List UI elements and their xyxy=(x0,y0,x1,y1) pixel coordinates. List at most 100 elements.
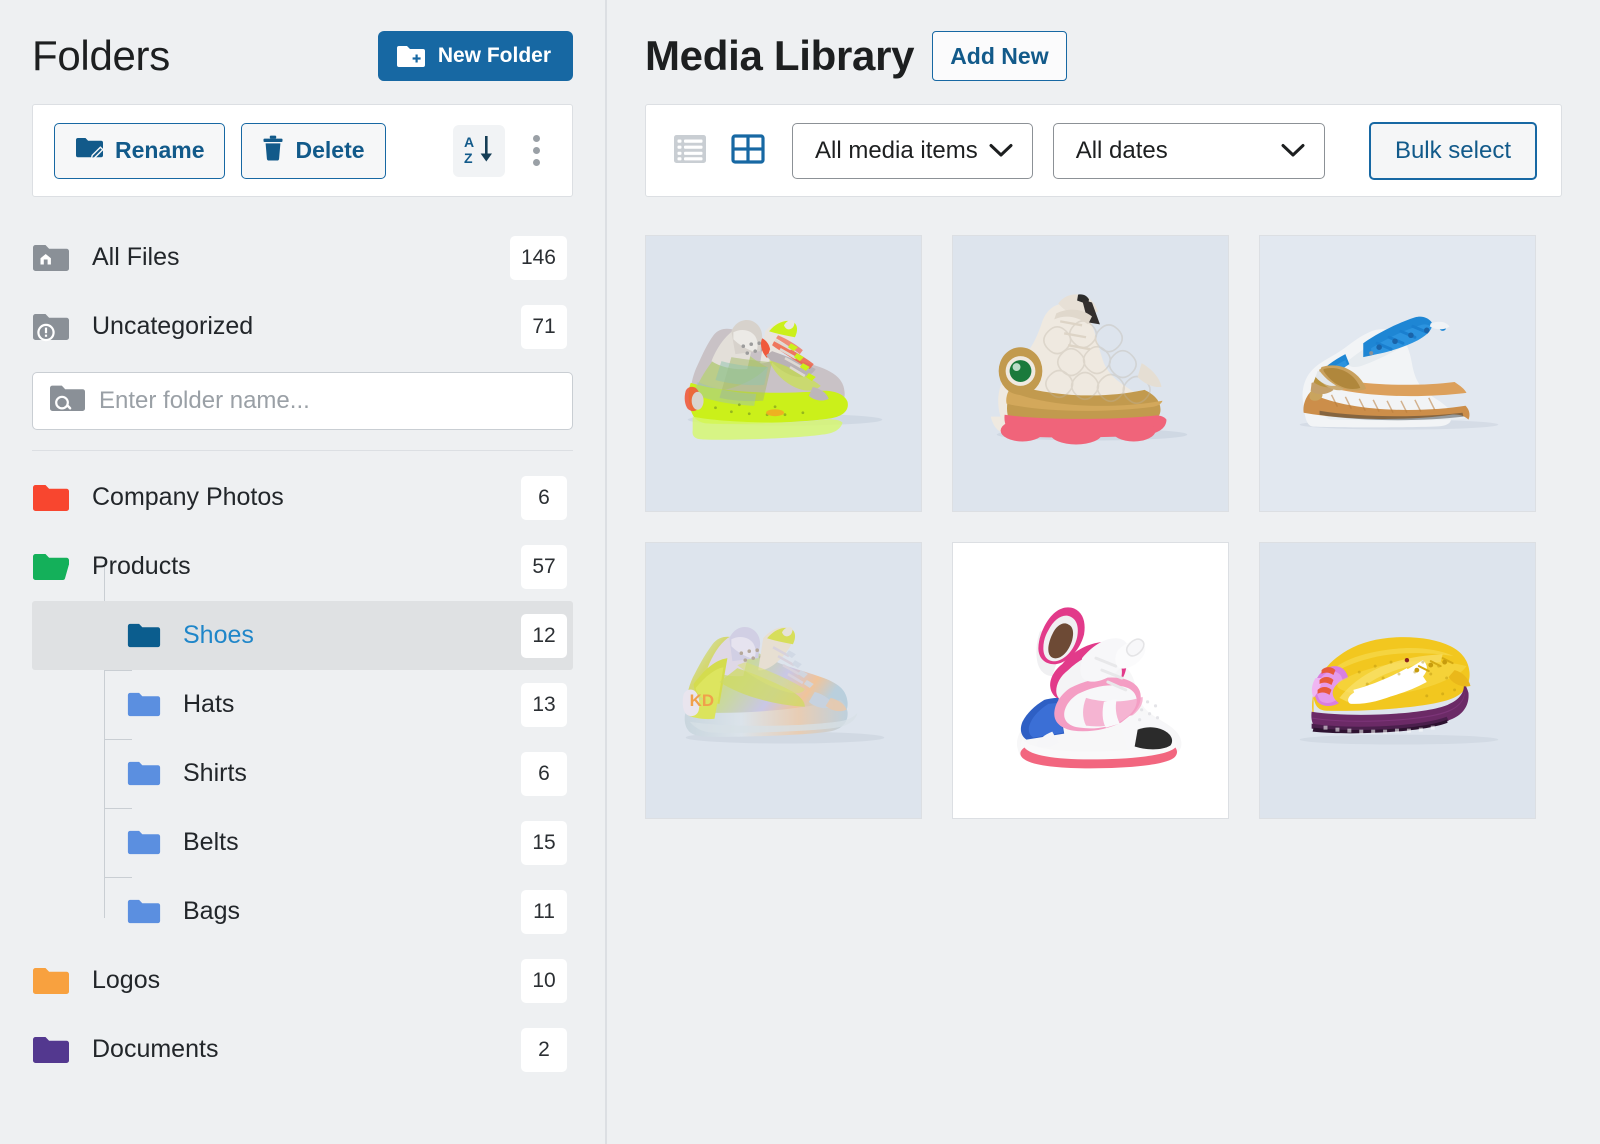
folder-count-badge: 10 xyxy=(521,959,567,1003)
folder-search-wrap xyxy=(32,372,573,430)
svg-text:KD: KD xyxy=(690,691,714,710)
media-thumbnail-aj13-cny xyxy=(953,236,1228,511)
folder-search-input[interactable] xyxy=(99,387,556,415)
folder-tree-item-label: Belts xyxy=(183,828,521,857)
folder-tree-item-label: Documents xyxy=(92,1035,521,1064)
folder-tree-item-shirts[interactable]: Shirts 6 xyxy=(32,739,573,808)
media-item[interactable] xyxy=(952,542,1229,819)
date-filter-select[interactable]: All dates xyxy=(1053,123,1325,179)
folder-tree-item-documents[interactable]: Documents 2 xyxy=(32,1015,573,1084)
folder-search-box[interactable] xyxy=(32,372,573,430)
folder-tree-item-bags[interactable]: Bags 11 xyxy=(32,877,573,946)
folder-open-icon xyxy=(32,552,70,582)
folder-count-badge: 6 xyxy=(521,752,567,796)
folder-count-badge: 71 xyxy=(521,305,567,349)
folders-title: Folders xyxy=(32,32,170,80)
folder-icon xyxy=(32,966,70,996)
folder-actions-toolbar: Rename Delete A Z xyxy=(32,104,573,197)
delete-button-label: Delete xyxy=(295,137,364,164)
folder-count-badge: 11 xyxy=(521,890,567,934)
kebab-dot-1 xyxy=(533,135,540,142)
folder-tree-item-label: Logos xyxy=(92,966,521,995)
folder-icon xyxy=(127,760,161,787)
folder-count-badge: 57 xyxy=(521,545,567,589)
new-folder-button[interactable]: New Folder xyxy=(378,31,573,81)
date-filter-value: All dates xyxy=(1076,137,1168,165)
media-toolbar: All media items All dates Bulk select xyxy=(645,104,1562,197)
delete-button[interactable]: Delete xyxy=(241,123,385,179)
kebab-dot-3 xyxy=(533,159,540,166)
folder-tree-item-label: Hats xyxy=(183,690,521,719)
folder-count-badge: 13 xyxy=(521,683,567,727)
folders-sidebar: Folders New Folder xyxy=(0,0,607,1144)
bulk-select-button[interactable]: Bulk select xyxy=(1369,122,1537,180)
trash-icon xyxy=(262,135,284,167)
media-thumbnail-kd12-pastel: KD xyxy=(646,543,921,818)
media-filter-select[interactable]: All media items xyxy=(792,123,1033,179)
svg-text:Z: Z xyxy=(464,150,473,166)
svg-text:A: A xyxy=(464,134,474,150)
list-view-icon xyxy=(672,131,708,170)
grid-view-button[interactable] xyxy=(728,129,768,172)
media-thumbnail-metcon5-blue-gum xyxy=(1260,236,1535,511)
folder-search-icon xyxy=(49,384,85,418)
folder-plus-icon xyxy=(396,44,426,69)
list-view-button[interactable] xyxy=(670,129,710,172)
folder-icon xyxy=(32,1035,70,1065)
folder-row-all-files[interactable]: All Files 146 xyxy=(32,223,573,292)
folder-tree-item-label: Shoes xyxy=(183,621,521,650)
folder-more-menu-button[interactable] xyxy=(521,127,551,175)
media-filter-value: All media items xyxy=(815,137,978,165)
folder-count-badge: 15 xyxy=(521,821,567,865)
folders-header: Folders New Folder xyxy=(32,0,573,104)
folder-count-badge: 12 xyxy=(521,614,567,658)
folder-count-badge: 6 xyxy=(521,476,567,520)
media-item[interactable] xyxy=(952,235,1229,512)
media-item[interactable] xyxy=(1259,235,1536,512)
folder-tree-item-hats[interactable]: Hats 13 xyxy=(32,670,573,739)
folder-tree-item-belts[interactable]: Belts 15 xyxy=(32,808,573,877)
root-folder-list: All Files 146 Uncategorized 71 xyxy=(32,197,573,361)
folder-count-badge: 2 xyxy=(521,1028,567,1072)
folder-tree-item-company-photos[interactable]: Company Photos 6 xyxy=(32,463,573,532)
rename-button[interactable]: Rename xyxy=(54,123,225,179)
sort-az-button[interactable]: A Z xyxy=(453,125,505,177)
folder-tree-item-label: Products xyxy=(92,552,521,581)
folder-row-label: All Files xyxy=(92,243,510,272)
folder-home-icon xyxy=(32,243,70,273)
media-item[interactable] xyxy=(645,235,922,512)
media-library-header: Media Library Add New xyxy=(645,0,1562,104)
media-thumbnail-lv-archlight xyxy=(953,543,1228,818)
media-library-panel: Media Library Add New xyxy=(607,0,1600,1144)
folder-icon xyxy=(32,483,70,513)
kebab-dot-2 xyxy=(533,147,540,154)
new-folder-button-label: New Folder xyxy=(438,44,551,68)
media-thumbnail-kd12-eybl xyxy=(646,236,921,511)
folder-tree-item-products[interactable]: Products 57 xyxy=(32,532,573,601)
folder-pencil-icon xyxy=(75,136,104,166)
folder-alert-icon xyxy=(32,312,70,342)
rename-button-label: Rename xyxy=(115,137,204,164)
folder-icon xyxy=(127,829,161,856)
media-item[interactable] xyxy=(1259,542,1536,819)
view-mode-switch xyxy=(670,129,768,172)
folder-tree-item-label: Bags xyxy=(183,897,521,926)
chevron-down-icon xyxy=(1281,137,1305,165)
sidebar-divider xyxy=(32,450,573,451)
folder-tree-item-label: Shirts xyxy=(183,759,521,788)
add-new-button[interactable]: Add New xyxy=(932,31,1066,81)
folder-row-uncategorized[interactable]: Uncategorized 71 xyxy=(32,292,573,361)
media-item[interactable]: KD xyxy=(645,542,922,819)
media-thumbnail-kobe-ad-nxt-360 xyxy=(1260,543,1535,818)
folder-tree: Company Photos 6 Products 57 xyxy=(32,463,573,1084)
grid-view-icon xyxy=(730,131,766,170)
folder-icon xyxy=(127,622,161,649)
media-folders-app: Folders New Folder xyxy=(0,0,1600,1144)
folder-icon xyxy=(127,691,161,718)
media-grid: KD xyxy=(645,197,1562,819)
folder-tree-item-logos[interactable]: Logos 10 xyxy=(32,946,573,1015)
folder-tree-item-shoes[interactable]: Shoes 12 xyxy=(32,601,573,670)
sort-az-icon: A Z xyxy=(462,132,496,169)
folder-tree-item-label: Company Photos xyxy=(92,483,521,512)
folder-row-label: Uncategorized xyxy=(92,312,521,341)
